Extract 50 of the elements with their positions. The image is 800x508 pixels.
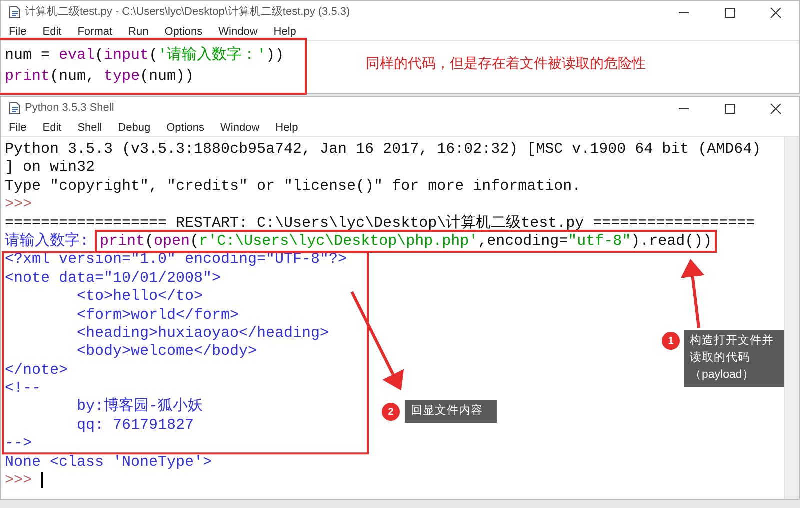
maximize-button[interactable] xyxy=(724,103,736,116)
code-line: qq: 761791827 xyxy=(76,416,194,436)
close-button[interactable] xyxy=(770,7,782,20)
prompt-text: 请输入数字: xyxy=(5,232,90,250)
window-title: 计算机二级test.py - C:\Users\lyc\Desktop\计算机二级test.py (3.5.3) xyxy=(25,5,352,20)
callout: 构造打开文件并读取的代码（payload） xyxy=(684,330,784,387)
code-line: <!-- xyxy=(5,380,42,398)
code-line: <?xml version="1.0" encoding="UTF-8"?> xyxy=(5,251,348,270)
code-line: </note> xyxy=(5,362,68,380)
menu-item[interactable]: Options xyxy=(160,24,207,40)
code-line: ================== RESTART: C:\Users\lyc\Desktop\计算机二级test.py ================== xyxy=(5,214,756,232)
code-line: Type "copyright", "credits" or "license()" for more information. xyxy=(5,178,582,196)
code-line: <form>world</form> xyxy=(76,306,240,325)
code-line: <heading>huxiaoyao</heading> xyxy=(76,324,330,344)
menu-item[interactable]: File xyxy=(5,120,31,136)
document-icon xyxy=(9,102,21,115)
menu-item[interactable]: Window xyxy=(216,120,264,136)
menu-item[interactable]: Help xyxy=(270,24,300,40)
code-line: <body>welcome</body> xyxy=(76,343,258,362)
code-line: num = eval(input('请输入数字：')) xyxy=(5,45,284,66)
code-line: <to>hello</to> xyxy=(76,288,204,307)
menu-item[interactable]: Help xyxy=(272,120,302,136)
document-icon xyxy=(9,6,21,19)
menu-item[interactable]: Run xyxy=(124,24,153,40)
code-line: ] on win32 xyxy=(5,159,96,178)
menu-item[interactable]: Window xyxy=(214,24,262,40)
code-line: print(num, type(num)) xyxy=(5,67,194,87)
callout: 回显文件内容 xyxy=(405,400,497,423)
text-cursor xyxy=(41,472,44,488)
annotation-note: 同样的代码，但是存在着文件被读取的危险性 xyxy=(366,54,646,73)
menu-item[interactable]: File xyxy=(5,24,31,40)
scrollbar[interactable] xyxy=(784,137,799,499)
code-line: --> xyxy=(5,435,32,454)
highlighted-typed-code: print(open(r'C:\Users\lyc\Desktop\php.php',encoding="utf-8").read()) xyxy=(98,232,714,250)
menu-item[interactable]: Options xyxy=(162,120,209,136)
menu-item[interactable]: Edit xyxy=(38,24,66,40)
code-line: by:博客园-狐小妖 xyxy=(76,398,204,417)
code-line: <note data="10/01/2008"> xyxy=(5,270,222,288)
code-line: >>> xyxy=(5,196,32,215)
menu-item[interactable]: Edit xyxy=(38,120,66,136)
code-line: None <class 'NoneType'> xyxy=(5,454,212,472)
menu-item[interactable]: Shell xyxy=(74,120,106,136)
code-line: Python 3.5.3 (v3.5.3:1880cb95a742, Jan 16 2017, 16:02:32) [MSC v.1900 64 bit (AMD64) xyxy=(5,141,762,160)
arrow xyxy=(680,259,705,328)
close-button[interactable] xyxy=(770,103,782,116)
menu-item[interactable]: Format xyxy=(74,24,117,40)
menu-item[interactable]: Debug xyxy=(114,120,155,136)
window-title: Python 3.5.3 Shell xyxy=(25,101,116,116)
maximize-button[interactable] xyxy=(724,7,736,20)
code-line: >>> xyxy=(5,472,44,490)
